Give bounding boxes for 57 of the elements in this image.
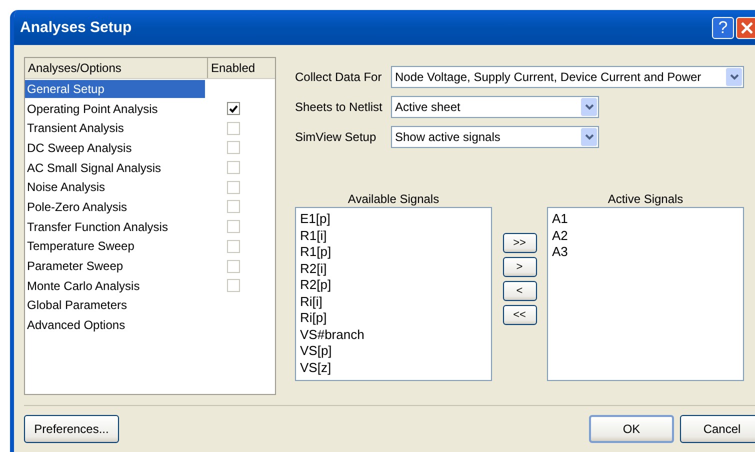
list-item[interactable]: Pole-Zero Analysis bbox=[25, 198, 205, 216]
list-item[interactable]: R2[p] bbox=[300, 277, 332, 294]
close-icon[interactable] bbox=[740, 20, 754, 34]
list-item[interactable]: VS#branch bbox=[300, 326, 364, 343]
list-item[interactable]: A2 bbox=[552, 228, 568, 244]
cancel-button[interactable]: Cancel bbox=[680, 415, 755, 443]
list-item[interactable]: A3 bbox=[552, 244, 568, 260]
checkbox[interactable] bbox=[226, 279, 240, 292]
dropdown[interactable]: Show active signals bbox=[391, 126, 599, 148]
ok-button[interactable]: OK bbox=[589, 415, 674, 443]
list-item[interactable]: DC Sweep Analysis bbox=[25, 138, 205, 157]
close-button[interactable] bbox=[736, 16, 755, 38]
checkbox[interactable] bbox=[226, 102, 240, 116]
list-item[interactable]: VS[z] bbox=[300, 360, 332, 376]
list-item[interactable]: Ri[p] bbox=[300, 310, 327, 326]
list-item[interactable]: Advanced Options bbox=[25, 316, 205, 334]
list-item[interactable]: Transfer Function Analysis bbox=[25, 218, 205, 236]
checkbox[interactable] bbox=[226, 200, 240, 214]
checkbox[interactable] bbox=[226, 220, 240, 234]
list-item[interactable]: Operating Point Analysis bbox=[25, 100, 205, 118]
column-header: Enabled bbox=[210, 60, 256, 77]
preferences-button[interactable]: Preferences... bbox=[24, 415, 119, 443]
field-label: SimView Setup bbox=[295, 130, 378, 144]
list-item[interactable]: Monte Carlo Analysis bbox=[25, 276, 205, 295]
list-item[interactable]: A1 bbox=[552, 211, 568, 228]
list-item[interactable]: Ri[i] bbox=[300, 294, 322, 310]
checkbox[interactable] bbox=[226, 240, 240, 253]
transfer-button[interactable]: < bbox=[502, 281, 536, 301]
field-label: Collect Data For bbox=[295, 70, 383, 84]
window-title: Analyses Setup bbox=[20, 19, 133, 36]
list-item[interactable]: General Setup bbox=[25, 80, 205, 98]
list-item[interactable]: Global Parameters bbox=[25, 296, 205, 314]
transfer-button[interactable]: << bbox=[502, 305, 536, 325]
list-item[interactable]: R1[p] bbox=[300, 244, 332, 260]
checkbox[interactable] bbox=[226, 161, 240, 174]
list-item[interactable]: AC Small Signal Analysis bbox=[25, 158, 205, 177]
list-item[interactable]: Transient Analysis bbox=[25, 119, 205, 138]
list-item[interactable]: Temperature Sweep bbox=[25, 237, 205, 256]
field-label: Sheets to Netlist bbox=[295, 100, 384, 114]
checkbox[interactable] bbox=[226, 180, 240, 194]
checkbox[interactable] bbox=[226, 122, 240, 135]
checkbox[interactable] bbox=[226, 141, 240, 154]
list-item[interactable]: VS[p] bbox=[300, 343, 332, 360]
list-item[interactable]: E1[p] bbox=[300, 211, 330, 228]
checkbox[interactable] bbox=[226, 260, 240, 273]
transfer-button[interactable]: > bbox=[502, 257, 536, 277]
list-item[interactable]: Noise Analysis bbox=[25, 178, 205, 196]
column-header: Analyses/Options bbox=[25, 58, 208, 78]
list-item[interactable]: Parameter Sweep bbox=[25, 257, 205, 276]
list-title: Active Signals bbox=[608, 191, 684, 207]
transfer-button[interactable]: >> bbox=[502, 233, 536, 253]
list-item[interactable]: R1[i] bbox=[300, 228, 327, 244]
dropdown[interactable]: Active sheet bbox=[391, 96, 599, 118]
help-button[interactable]: ? bbox=[712, 16, 734, 38]
dropdown[interactable]: Node Voltage, Supply Current, Device Current and Power bbox=[391, 66, 744, 88]
list-title: Available Signals bbox=[348, 191, 440, 207]
list-item[interactable]: R2[i] bbox=[300, 260, 327, 277]
